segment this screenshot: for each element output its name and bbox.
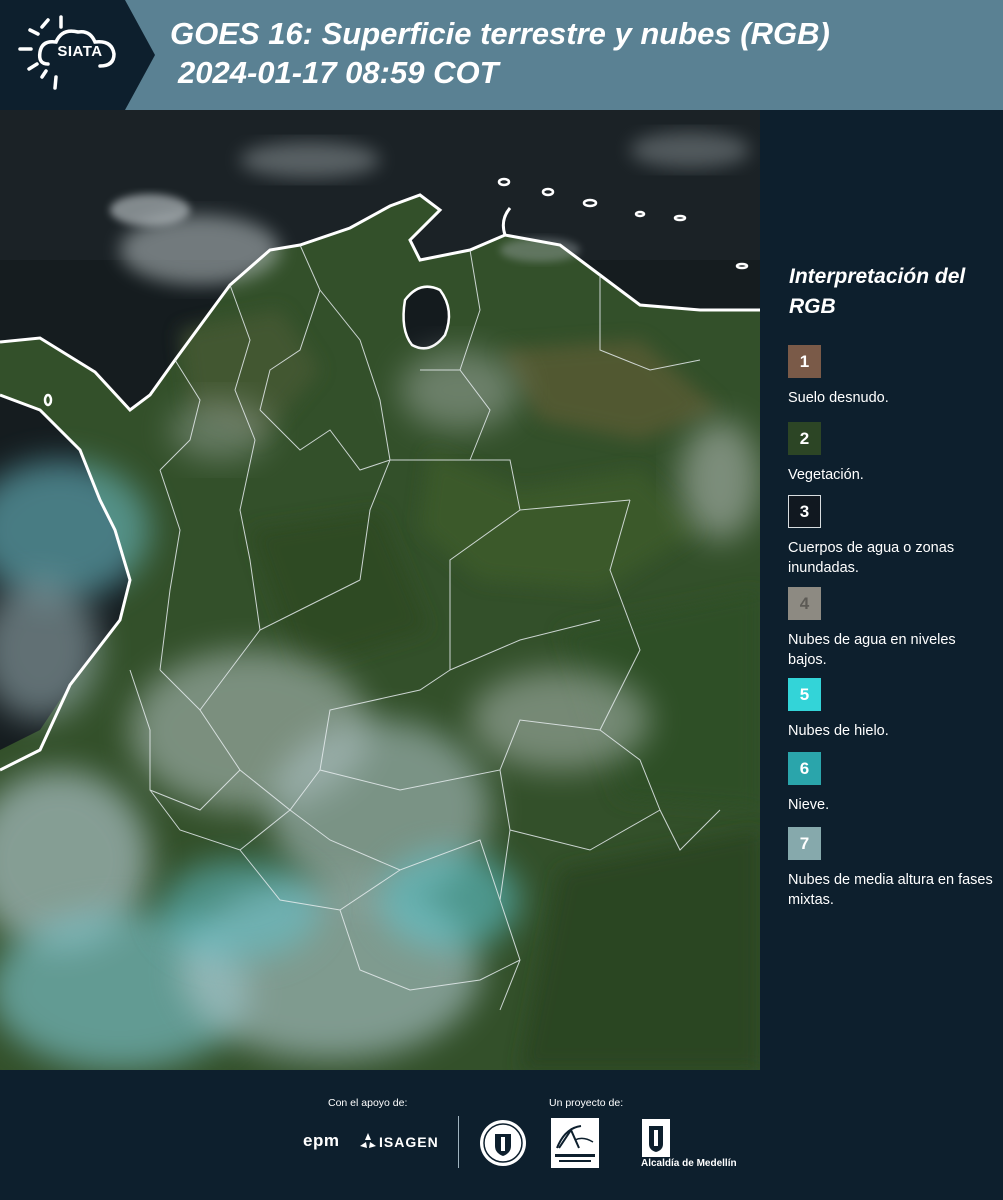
epm-logo: epm: [303, 1131, 340, 1150]
legend-item: 5 Nubes de hielo.: [788, 678, 993, 741]
page-title: GOES 16: Superficie terrestre y nubes (R…: [170, 16, 830, 51]
legend-label: Nubes de hielo.: [788, 723, 889, 739]
support-caption: Con el apoyo de:: [328, 1097, 408, 1109]
legend-item: 6 Nieve.: [788, 752, 993, 815]
legend-label: Nieve.: [788, 797, 830, 813]
legend-item: 4 Nubes de agua en niveles bajos.: [788, 587, 993, 670]
timestamp-label: 2024-01-17 08:59 COT: [178, 55, 499, 90]
area-metropolitana-logo: [551, 1118, 599, 1168]
siata-logo-text: SIATA: [57, 43, 103, 60]
legend-swatch: 4: [788, 587, 821, 620]
legend-swatch: 1: [788, 345, 821, 378]
legend-panel: Interpretación del RGB 1 Suelo desnudo. 2 V…: [760, 110, 1003, 1070]
legend-item: 1 Suelo desnudo.: [788, 345, 993, 408]
isagen-text: ISAGEN: [379, 1134, 439, 1150]
satellite-map[interactable]: [0, 110, 760, 1070]
legend-swatch: 7: [788, 827, 821, 860]
legend-item: 7 Nubes de media altura en fases mixtas.: [788, 827, 993, 910]
footer: Con el apoyo de: Un proyecto de: epm ISA…: [0, 1070, 1003, 1200]
legend-swatch: 6: [788, 752, 821, 785]
alcaldia-label: Alcaldía de Medellín: [641, 1158, 737, 1169]
legend-swatch: 2: [788, 422, 821, 455]
legend-label: Vegetación.: [788, 467, 864, 483]
medellin-seal-icon: [478, 1118, 528, 1173]
legend-item: 2 Vegetación.: [788, 422, 993, 485]
legend-label: Cuerpos de agua o zonas inundadas.: [788, 540, 955, 576]
legend-label: Suelo desnudo.: [788, 390, 889, 406]
project-caption: Un proyecto de:: [549, 1097, 624, 1109]
siata-logo: SIATA: [0, 0, 155, 110]
legend-label: Nubes de agua en niveles bajos.: [788, 632, 956, 668]
legend-title: Interpretación del RGB: [789, 265, 966, 318]
footer-divider: [458, 1116, 459, 1168]
header-bar: SIATA GOES 16: Superficie terrestre y nu…: [0, 0, 1003, 110]
legend-swatch: 5: [788, 678, 821, 711]
legend-item: 3 Cuerpos de agua o zonas inundadas.: [788, 495, 993, 578]
legend-label: Nubes de media altura en fases mixtas.: [788, 872, 993, 908]
legend-swatch: 3: [788, 495, 821, 528]
